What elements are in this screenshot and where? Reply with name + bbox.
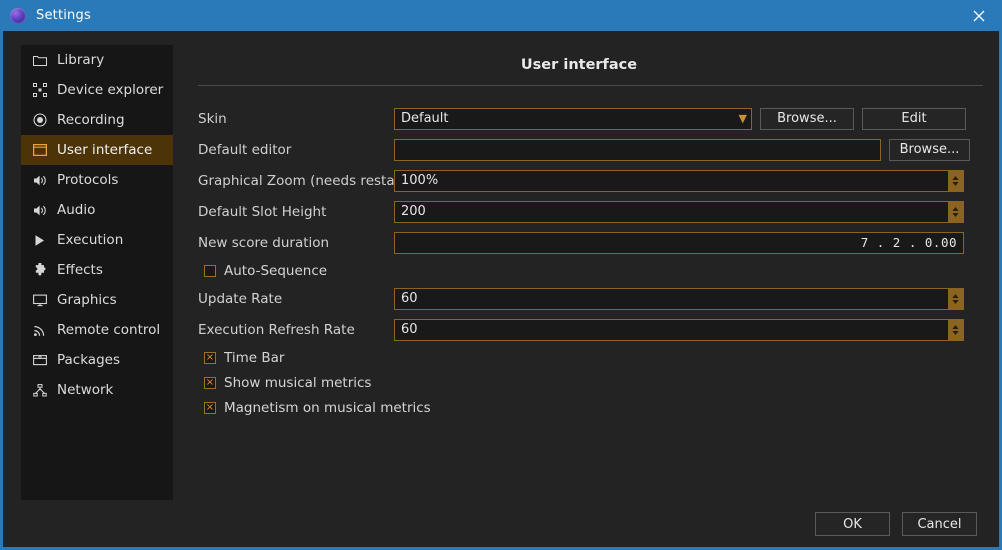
speaker-icon: [31, 171, 49, 189]
graphical-zoom-value: 100%: [401, 173, 439, 188]
sidebar-item-protocols[interactable]: Protocols: [21, 165, 173, 195]
cancel-button[interactable]: Cancel: [902, 512, 977, 536]
row-new-score-duration: New score duration 7 . 2 . 0.00: [198, 227, 983, 258]
default-editor-browse-button[interactable]: Browse...: [889, 138, 970, 161]
sidebar-item-recording[interactable]: Recording: [21, 105, 173, 135]
time-bar-label: Time Bar: [224, 349, 285, 366]
row-default-editor: Default editor Browse...: [198, 134, 983, 165]
auto-sequence-checkbox-row[interactable]: Auto-Sequence: [198, 258, 983, 283]
row-default-slot-height: Default Slot Height 200: [198, 196, 983, 227]
auto-sequence-label: Auto-Sequence: [224, 262, 328, 279]
update-rate-input[interactable]: 60: [394, 287, 964, 310]
spinner-updown-icon[interactable]: [948, 170, 963, 191]
network-nodes-icon: [31, 381, 49, 399]
record-circle-icon: [31, 111, 49, 129]
signal-icon: [31, 321, 49, 339]
row-graphical-zoom: Graphical Zoom (needs restart) 100%: [198, 165, 983, 196]
title-bar: Settings: [0, 0, 1002, 31]
sidebar-item-remote-control[interactable]: Remote control: [21, 315, 173, 345]
sidebar-item-label: Graphics: [57, 292, 117, 308]
row-execution-refresh-rate: Execution Refresh Rate 60: [198, 314, 983, 345]
sidebar-item-label: Device explorer: [57, 82, 164, 98]
show-musical-metrics-checkbox-row[interactable]: × Show musical metrics: [198, 370, 983, 395]
page-title: User interface: [520, 57, 638, 73]
row-update-rate: Update Rate 60: [198, 283, 983, 314]
row-skin: Skin Default ▼ Browse... Edit: [198, 103, 983, 134]
device-bounds-icon: [31, 81, 49, 99]
execution-refresh-rate-value: 60: [401, 322, 418, 337]
show-musical-metrics-checkbox[interactable]: ×: [204, 376, 216, 389]
dialog-footer: OK Cancel: [803, 512, 977, 536]
settings-window: Settings Library Device explorer Recordi…: [0, 0, 1002, 550]
sidebar-item-label: Audio: [57, 202, 96, 218]
execution-refresh-rate-label: Execution Refresh Rate: [198, 321, 355, 338]
close-button[interactable]: [956, 0, 1002, 31]
magnetism-checkbox[interactable]: ×: [204, 401, 216, 414]
sidebar-item-label: Packages: [57, 352, 120, 368]
settings-sidebar: Library Device explorer Recording User i…: [21, 45, 173, 500]
default-editor-label: Default editor: [198, 141, 292, 158]
new-score-duration-input[interactable]: 7 . 2 . 0.00: [394, 231, 964, 254]
skin-select[interactable]: Default ▼: [394, 107, 752, 130]
app-circle-icon: [10, 7, 26, 24]
ok-button[interactable]: OK: [815, 512, 890, 536]
sidebar-item-label: Network: [57, 382, 114, 398]
chevron-down-icon: ▼: [738, 112, 747, 125]
monitor-icon: [31, 291, 49, 309]
play-icon: [31, 231, 49, 249]
skin-browse-button[interactable]: Browse...: [760, 107, 854, 130]
speaker-icon: [31, 201, 49, 219]
default-slot-height-label: Default Slot Height: [198, 203, 327, 220]
spinner-updown-icon[interactable]: [948, 288, 963, 309]
puzzle-icon: [31, 261, 49, 279]
sidebar-item-label: Remote control: [57, 322, 161, 338]
time-bar-checkbox[interactable]: ×: [204, 351, 216, 364]
default-slot-height-input[interactable]: 200: [394, 200, 964, 223]
settings-main-pane: User interface Skin Default ▼ Browse... …: [173, 45, 999, 547]
sidebar-item-graphics[interactable]: Graphics: [21, 285, 173, 315]
auto-sequence-checkbox[interactable]: [204, 264, 216, 277]
time-bar-checkbox-row[interactable]: × Time Bar: [198, 345, 983, 370]
sidebar-item-packages[interactable]: Packages: [21, 345, 173, 375]
update-rate-label: Update Rate: [198, 290, 283, 307]
sidebar-item-label: User interface: [57, 142, 153, 158]
window-icon: [31, 141, 49, 159]
close-icon: [973, 10, 985, 21]
sidebar-item-library[interactable]: Library: [21, 45, 173, 75]
spinner-updown-icon[interactable]: [948, 201, 963, 222]
sidebar-item-label: Effects: [57, 262, 103, 278]
default-slot-height-value: 200: [401, 204, 426, 219]
update-rate-value: 60: [401, 291, 418, 306]
window-title: Settings: [36, 8, 91, 23]
sidebar-item-network[interactable]: Network: [21, 375, 173, 405]
magnetism-checkbox-row[interactable]: × Magnetism on musical metrics: [198, 395, 983, 420]
window-body: Library Device explorer Recording User i…: [3, 31, 999, 547]
skin-edit-button[interactable]: Edit: [862, 107, 966, 130]
sidebar-item-device-explorer[interactable]: Device explorer: [21, 75, 173, 105]
sidebar-item-user-interface[interactable]: User interface: [21, 135, 173, 165]
default-editor-input[interactable]: [394, 138, 881, 161]
sidebar-item-label: Execution: [57, 232, 124, 248]
folder-icon: [31, 51, 49, 69]
execution-refresh-rate-input[interactable]: 60: [394, 318, 964, 341]
show-musical-metrics-label: Show musical metrics: [224, 374, 372, 391]
sidebar-item-execution[interactable]: Execution: [21, 225, 173, 255]
sidebar-item-audio[interactable]: Audio: [21, 195, 173, 225]
sidebar-item-effects[interactable]: Effects: [21, 255, 173, 285]
title-divider: [198, 85, 983, 86]
settings-form: Skin Default ▼ Browse... Edit Default ed…: [198, 103, 983, 420]
sidebar-item-label: Recording: [57, 112, 125, 128]
graphical-zoom-input[interactable]: 100%: [394, 169, 964, 192]
spinner-updown-icon[interactable]: [948, 319, 963, 340]
skin-label: Skin: [198, 110, 227, 127]
package-icon: [31, 351, 49, 369]
new-score-duration-label: New score duration: [198, 234, 330, 251]
magnetism-label: Magnetism on musical metrics: [224, 399, 431, 416]
sidebar-item-label: Protocols: [57, 172, 119, 188]
graphical-zoom-label: Graphical Zoom (needs restart): [198, 172, 411, 189]
skin-value: Default: [401, 111, 449, 126]
sidebar-item-label: Library: [57, 52, 105, 68]
